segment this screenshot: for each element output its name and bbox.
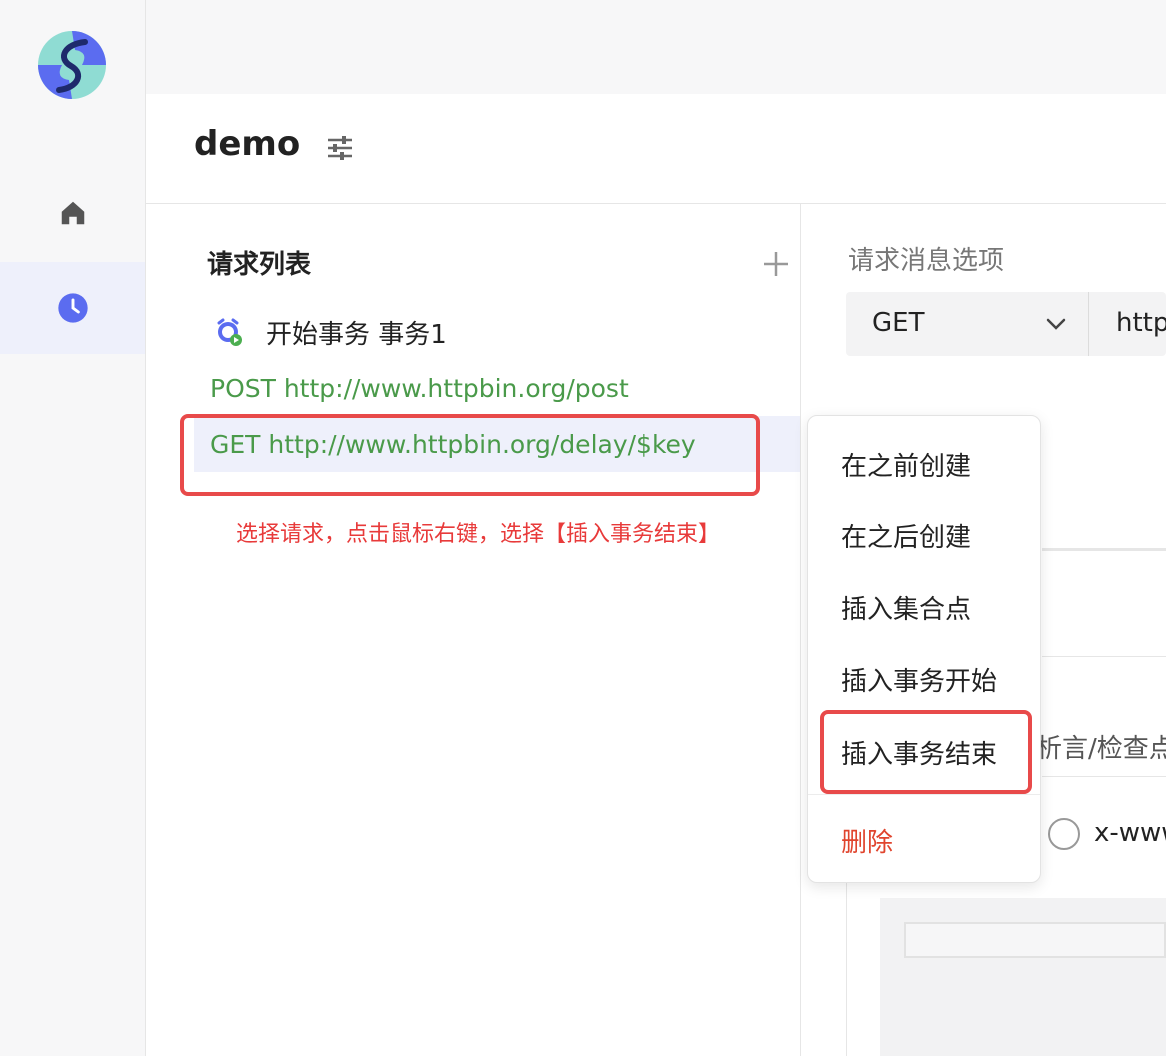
alarm-clock-play-icon (217, 318, 242, 346)
highlight-box-request (180, 414, 760, 496)
section-divider (1042, 776, 1166, 777)
project-header: demo (146, 94, 1166, 204)
menu-separator (808, 794, 1040, 795)
menu-item-create-after[interactable]: 在之后创建 (841, 517, 971, 554)
transaction-start-row[interactable]: 开始事务 事务1 (194, 304, 800, 360)
method-select[interactable]: GET (872, 308, 924, 338)
annotation-hint: 选择请求，点击鼠标右键，选择【插入事务结束】 (236, 522, 721, 547)
editor-line (904, 922, 1166, 958)
project-title: demo (194, 124, 301, 164)
method-divider (1088, 292, 1089, 356)
nav-home[interactable] (0, 167, 145, 259)
menu-item-create-before[interactable]: 在之前创建 (841, 446, 971, 483)
request-options-label: 请求消息选项 (848, 246, 1005, 276)
menu-item-insert-transaction-start[interactable]: 插入事务开始 (841, 661, 997, 698)
tab-assertions[interactable]: 析言/检查点 (1036, 728, 1166, 765)
url-input[interactable]: http (1116, 308, 1166, 338)
settings-sliders-icon[interactable] (324, 132, 356, 164)
plus-icon[interactable] (760, 248, 792, 280)
body-type-radio-label: x-www (1094, 818, 1166, 848)
app-logo-icon[interactable] (37, 30, 107, 100)
body-editor[interactable] (880, 898, 1166, 1056)
section-divider (1042, 656, 1166, 657)
nav-history[interactable] (0, 262, 145, 354)
left-rail (0, 0, 146, 1056)
request-list-title: 请求列表 (207, 250, 312, 280)
menu-item-delete[interactable]: 删除 (841, 822, 893, 859)
request-url: POST http://www.httpbin.org/post (210, 373, 629, 403)
body-type-radio[interactable] (1048, 818, 1080, 850)
chevron-down-icon[interactable] (1042, 310, 1070, 338)
request-row[interactable]: POST http://www.httpbin.org/post (194, 360, 800, 416)
home-icon (61, 201, 84, 225)
clock-icon (57, 293, 88, 323)
context-menu: 在之前创建 在之后创建 插入集合点 插入事务开始 插入事务结束 删除 (807, 415, 1041, 883)
section-divider (1042, 548, 1166, 551)
method-url-bar: GET http (846, 292, 1166, 356)
menu-item-insert-rendezvous[interactable]: 插入集合点 (841, 589, 971, 626)
transaction-start-label: 开始事务 事务1 (266, 319, 447, 350)
highlight-box-menu-item (820, 710, 1032, 794)
